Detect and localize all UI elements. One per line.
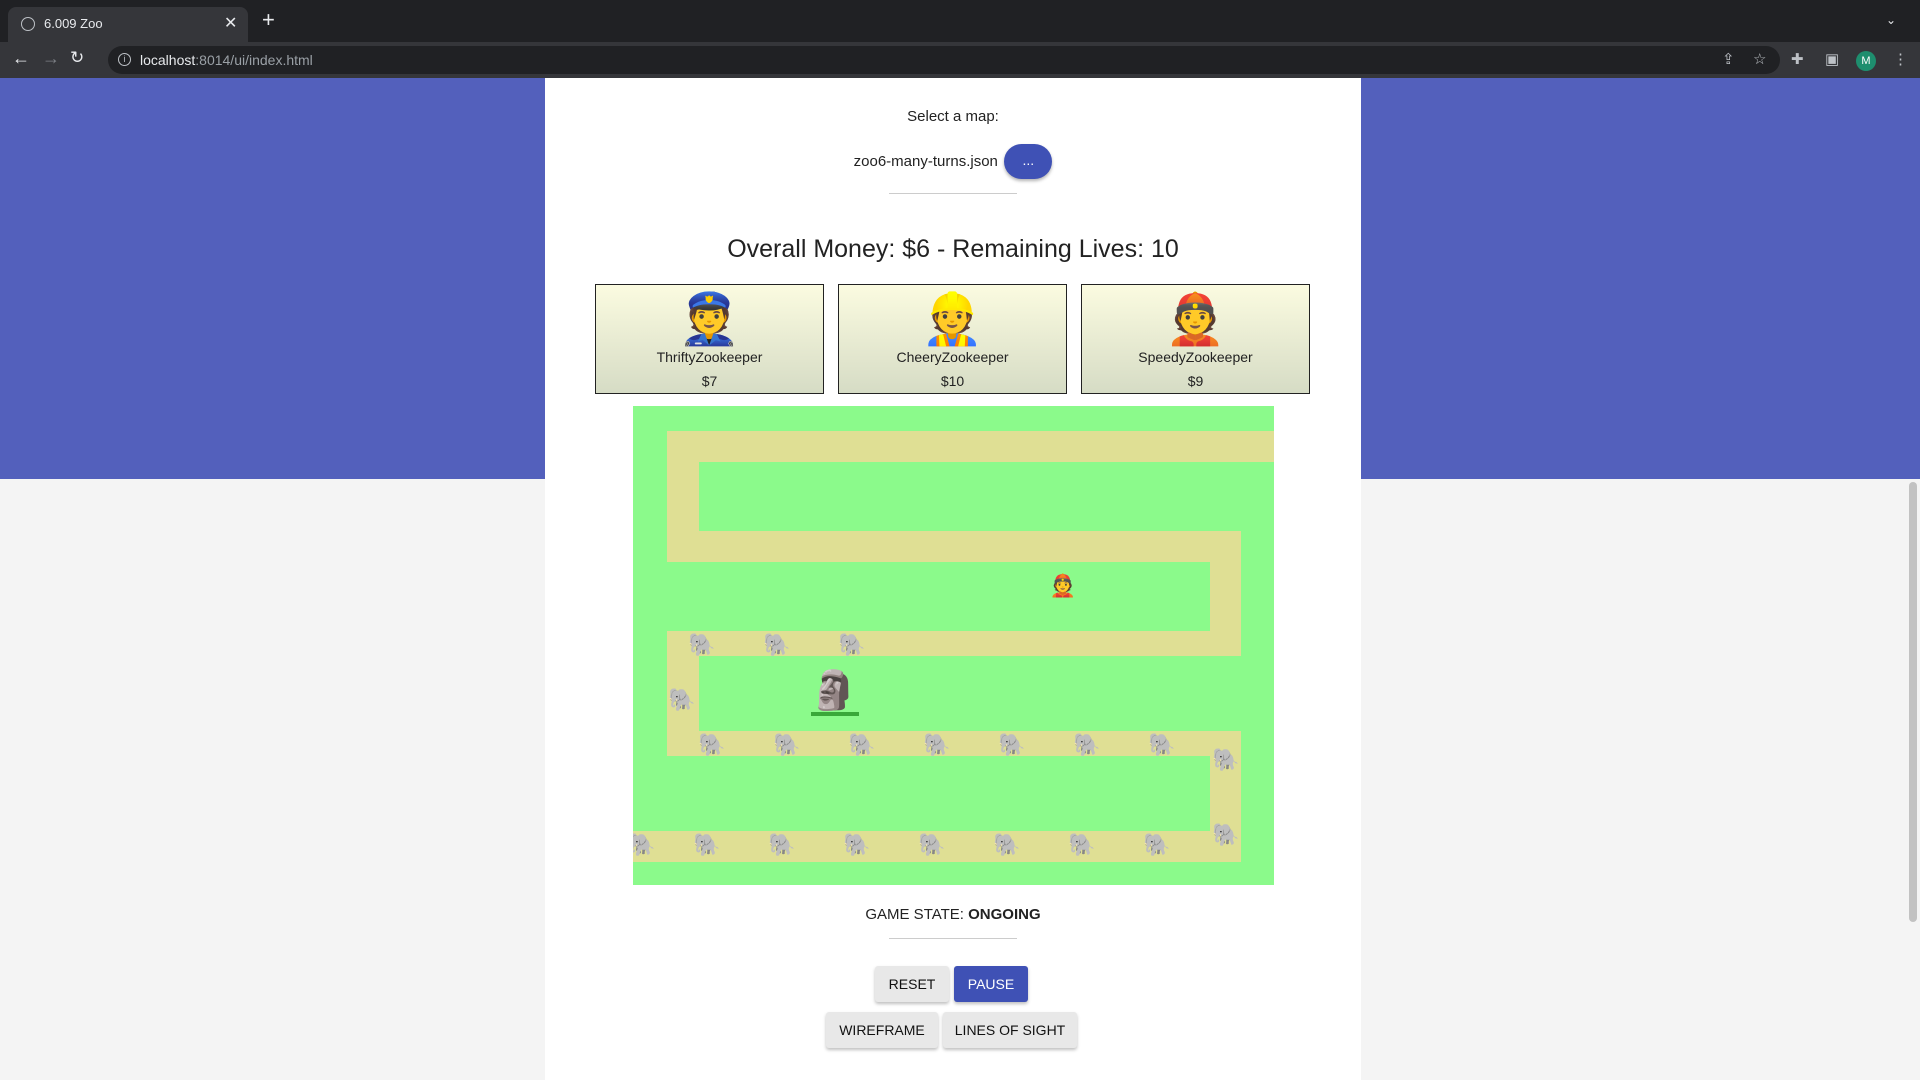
zookeeper-card-speedy[interactable]: 👲 SpeedyZookeeper $9 <box>1081 284 1310 394</box>
elephant-icon: 🐘 <box>998 732 1026 757</box>
elephant-icon: 🐘 <box>688 632 716 657</box>
path-segment <box>667 431 1274 462</box>
browse-map-button[interactable]: ... <box>1004 144 1053 179</box>
rock-obstacle-icon: 🗿 <box>810 670 858 712</box>
elephant-icon: 🐘 <box>923 732 951 757</box>
globe-icon <box>21 17 35 31</box>
elephant-icon: 🐘 <box>1212 747 1240 772</box>
reset-button[interactable]: RESET <box>875 966 949 1002</box>
elephant-icon: 🐘 <box>768 832 796 857</box>
elephant-icon: 🐘 <box>773 732 801 757</box>
zookeeper-price: $7 <box>701 373 718 389</box>
zookeeper-name: ThriftyZookeeper <box>656 349 763 365</box>
extensions-icon[interactable]: ✚ <box>1791 50 1804 68</box>
zookeeper-card-cheery[interactable]: 👷 CheeryZookeeper $10 <box>838 284 1067 394</box>
divider <box>889 938 1017 939</box>
lines-of-sight-button[interactable]: LINES OF SIGHT <box>943 1012 1077 1048</box>
pause-button[interactable]: PAUSE <box>954 966 1028 1002</box>
elephant-icon: 🐘 <box>1143 832 1171 857</box>
elephant-icon: 🐘 <box>1068 832 1096 857</box>
info-icon[interactable]: i <box>118 53 131 66</box>
browser-tab[interactable]: 6.009 Zoo ✕ <box>8 7 248 42</box>
zookeeper-price: $9 <box>1187 373 1204 389</box>
game-state: GAME STATE: ONGOING <box>545 906 1361 923</box>
side-panel-icon[interactable]: ▣ <box>1825 50 1839 68</box>
elephant-icon: 🐘 <box>918 832 946 857</box>
cap-person-icon: 👲 <box>1164 291 1227 347</box>
money-lives-status: Overall Money: $6 - Remaining Lives: 10 <box>727 235 1179 263</box>
map-file-row: zoo6-many-turns.json ... <box>545 144 1361 179</box>
map-select-label: Select a map: <box>907 108 999 125</box>
placed-zookeeper-icon[interactable]: 👲 <box>1048 574 1078 600</box>
elephant-icon: 🐘 <box>838 632 866 657</box>
police-officer-icon: 👮 <box>678 291 741 347</box>
zookeeper-price: $10 <box>940 373 965 389</box>
game-state-label: GAME STATE: <box>865 906 964 923</box>
new-tab-icon[interactable]: + <box>262 9 275 31</box>
zookeeper-name: CheeryZookeeper <box>896 349 1009 365</box>
url-text: localhost:8014/ui/index.html <box>140 52 313 68</box>
main-card: Select a map: zoo6-many-turns.json ... O… <box>545 78 1361 1080</box>
back-icon[interactable]: ← <box>12 48 30 69</box>
map-filename: zoo6-many-turns.json <box>853 153 998 170</box>
path-segment <box>667 631 1241 656</box>
elephant-icon: 🐘 <box>848 732 876 757</box>
tab-title: 6.009 Zoo <box>44 16 103 31</box>
page: Select a map: zoo6-many-turns.json ... O… <box>0 78 1920 1080</box>
elephant-icon: 🐘 <box>633 832 656 857</box>
construction-worker-icon: 👷 <box>921 291 984 347</box>
elephant-icon: 🐘 <box>693 832 721 857</box>
bookmark-star-icon[interactable]: ☆ <box>1753 50 1766 68</box>
elephant-icon: 🐘 <box>698 732 726 757</box>
rock-base <box>811 712 859 716</box>
divider <box>889 193 1017 194</box>
zookeeper-name: SpeedyZookeeper <box>1138 349 1253 365</box>
avatar[interactable]: M <box>1856 51 1876 71</box>
close-tab-icon[interactable]: ✕ <box>224 13 237 33</box>
elephant-icon: 🐘 <box>1148 732 1176 757</box>
path-segment <box>667 531 1241 562</box>
zookeeper-card-thrifty[interactable]: 👮 ThriftyZookeeper $7 <box>595 284 824 394</box>
browser-toolbar: ← → ↻ i localhost:8014/ui/index.html ⇪ ☆… <box>0 42 1920 78</box>
game-state-value: ONGOING <box>968 906 1041 923</box>
address-bar[interactable]: i localhost:8014/ui/index.html <box>108 46 1780 74</box>
elephant-icon: 🐘 <box>1073 732 1101 757</box>
page-scrollbar[interactable] <box>1906 480 1920 1080</box>
wireframe-button[interactable]: WIREFRAME <box>826 1012 938 1048</box>
elephant-icon: 🐘 <box>668 687 696 712</box>
forward-icon[interactable]: → <box>42 48 60 69</box>
browser-tab-bar: 6.009 Zoo ✕ + ⌄ <box>0 0 1920 42</box>
menu-kebab-icon[interactable]: ⋮ <box>1893 50 1908 68</box>
share-icon[interactable]: ⇪ <box>1722 50 1735 68</box>
elephant-icon: 🐘 <box>1212 822 1240 847</box>
tab-search-icon[interactable]: ⌄ <box>1886 13 1896 27</box>
game-map[interactable]: 👲 🗿 🐘 🐘 🐘 🐘 🐘 🐘 🐘 🐘 🐘 🐘 🐘 🐘 🐘 🐘 🐘 🐘 🐘 🐘 … <box>633 406 1274 885</box>
reload-icon[interactable]: ↻ <box>70 48 84 68</box>
elephant-icon: 🐘 <box>763 632 791 657</box>
elephant-icon: 🐘 <box>993 832 1021 857</box>
elephant-icon: 🐘 <box>843 832 871 857</box>
scrollbar-thumb[interactable] <box>1909 482 1917 922</box>
